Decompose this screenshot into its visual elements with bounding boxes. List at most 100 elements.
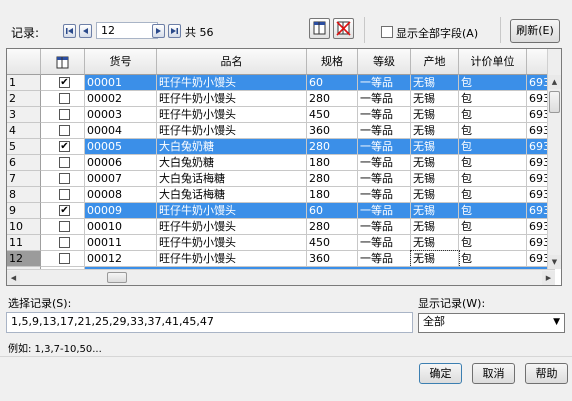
table-row[interactable]: 2 00002 旺仔牛奶小馒头 280 一等品 无锡包 693 [7,91,555,107]
grid-horizontal-scrollbar[interactable]: ◀ ▶ [7,269,555,285]
scroll-right-button[interactable]: ▶ [542,271,555,285]
cell-spec[interactable]: 280 [307,219,358,235]
select-records-input[interactable]: 1,5,9,13,17,21,25,29,33,37,41,45,47 [6,312,413,333]
row-number[interactable]: 8 [7,187,41,203]
table-row[interactable]: 6 00006 大白兔奶糖 180 一等品 无锡包 693 [7,155,555,171]
table-row[interactable]: 3 00003 旺仔牛奶小馒头 450 一等品 无锡包 693 [7,107,555,123]
cell-code[interactable]: 00010 [85,219,157,235]
row-number[interactable]: 4 [7,123,41,139]
row-checkbox[interactable] [59,109,70,120]
cell-name[interactable]: 旺仔牛奶小馒头 [157,75,307,91]
cell-unit[interactable]: 包 [459,219,527,235]
cell-unit[interactable]: 包 [459,235,527,251]
cell-spec[interactable]: 450 [307,235,358,251]
first-record-button[interactable] [63,24,76,38]
cell-name[interactable]: 旺仔牛奶小馒头 [157,251,307,267]
row-checkbox[interactable] [59,93,70,104]
cell-grade[interactable]: 一等品 [358,171,411,187]
cell-origin[interactable]: 无锡 [411,123,459,139]
cell-grade[interactable]: 一等品 [358,91,411,107]
next-record-button[interactable] [152,24,165,38]
table-row[interactable]: 11 00011 旺仔牛奶小馒头 450 一等品 无锡包 693 [7,235,555,251]
cell-code[interactable]: 00012 [85,251,157,267]
cell-name[interactable]: 旺仔牛奶小馒头 [157,107,307,123]
cell-name[interactable]: 旺仔牛奶小馒头 [157,203,307,219]
horizontal-scroll-thumb[interactable] [107,272,127,283]
prev-record-button[interactable] [79,24,92,38]
cell-code[interactable]: 00001 [85,75,157,91]
col-header-code[interactable]: 货号 [85,49,157,75]
row-checkbox[interactable] [59,221,70,232]
cell-spec[interactable]: 450 [307,107,358,123]
cell-unit[interactable]: 包 [459,251,527,267]
row-checkbox[interactable]: ✔ [59,205,70,216]
select-columns-button[interactable] [309,18,330,39]
cell-unit[interactable]: 包 [459,139,527,155]
ok-button[interactable]: 确定 [419,363,462,384]
cell-unit[interactable]: 包 [459,75,527,91]
cell-grade[interactable]: 一等品 [358,75,411,91]
row-checkbox[interactable] [59,173,70,184]
cell-grade[interactable]: 一等品 [358,107,411,123]
row-number[interactable]: 5 [7,139,41,155]
row-checkbox[interactable] [59,253,70,264]
row-number[interactable]: 7 [7,171,41,187]
cell-code[interactable]: 00004 [85,123,157,139]
row-number[interactable]: 6 [7,155,41,171]
row-number[interactable]: 3 [7,107,41,123]
show-all-fields-checkbox[interactable] [381,26,393,38]
cancel-button[interactable]: 取消 [472,363,515,384]
cell-name[interactable]: 旺仔牛奶小馒头 [157,91,307,107]
vertical-scroll-thumb[interactable] [549,91,560,113]
cell-name[interactable]: 大白兔话梅糖 [157,171,307,187]
cell-grade[interactable]: 一等品 [358,155,411,171]
cell-origin[interactable]: 无锡 [411,139,459,155]
row-checkbox[interactable]: ✔ [59,141,70,152]
cell-name[interactable]: 大白兔奶糖 [157,155,307,171]
cell-code[interactable]: 00009 [85,203,157,219]
cell-code[interactable]: 00011 [85,235,157,251]
row-checkbox[interactable] [59,237,70,248]
cell-unit[interactable]: 包 [459,155,527,171]
cell-code[interactable]: 00002 [85,91,157,107]
refresh-button[interactable]: 刷新(E) [510,19,560,43]
cell-unit[interactable]: 包 [459,91,527,107]
cell-unit[interactable]: 包 [459,107,527,123]
last-record-button[interactable] [168,24,181,38]
cell-code[interactable]: 00007 [85,171,157,187]
current-record-input[interactable]: 12 [96,22,158,39]
cell-spec[interactable]: 280 [307,139,358,155]
cell-grade[interactable]: 一等品 [358,203,411,219]
cell-name[interactable]: 旺仔牛奶小馒头 [157,123,307,139]
scroll-up-button[interactable]: ▲ [548,75,561,89]
table-row[interactable]: 9 ✔ 00009 旺仔牛奶小馒头 60 一等品 无锡包 693 [7,203,555,219]
table-row[interactable]: 8 00008 大白兔话梅糖 180 一等品 无锡包 693 [7,187,555,203]
cell-origin[interactable]: 无锡 [411,155,459,171]
row-checkbox[interactable] [59,189,70,200]
scroll-down-button[interactable]: ▼ [548,255,561,269]
cell-origin[interactable]: 无锡 [410,250,460,268]
cell-spec[interactable]: 360 [307,123,358,139]
cell-origin[interactable]: 无锡 [411,107,459,123]
cell-name[interactable]: 大白兔话梅糖 [157,187,307,203]
cell-spec[interactable]: 280 [307,171,358,187]
grid-vertical-scrollbar[interactable]: ▲ ▼ [547,49,561,269]
col-header-name[interactable]: 品名 [157,49,307,75]
records-grid[interactable]: 货号 品名 规格 等级 产地 计价单位 1 ✔ 00001 旺仔牛奶小馒头 60 一等品无… [6,48,562,286]
table-row[interactable]: 7 00007 大白兔话梅糖 280 一等品 无锡包 693 [7,171,555,187]
row-number[interactable]: 11 [7,235,41,251]
cell-unit[interactable]: 包 [459,123,527,139]
row-checkbox[interactable] [59,157,70,168]
cell-origin[interactable]: 无锡 [411,235,459,251]
cell-code[interactable]: 00006 [85,155,157,171]
cell-origin[interactable]: 无锡 [411,171,459,187]
cell-unit[interactable]: 包 [459,203,527,219]
cell-origin[interactable]: 无锡 [411,219,459,235]
cell-spec[interactable]: 280 [307,91,358,107]
cell-grade[interactable]: 一等品 [358,219,411,235]
row-number[interactable]: 12 [7,251,41,267]
col-header-unit[interactable]: 计价单位 [459,49,527,75]
check-all-header[interactable] [41,49,85,75]
cell-origin[interactable]: 无锡 [411,91,459,107]
cell-origin[interactable]: 无锡 [411,187,459,203]
